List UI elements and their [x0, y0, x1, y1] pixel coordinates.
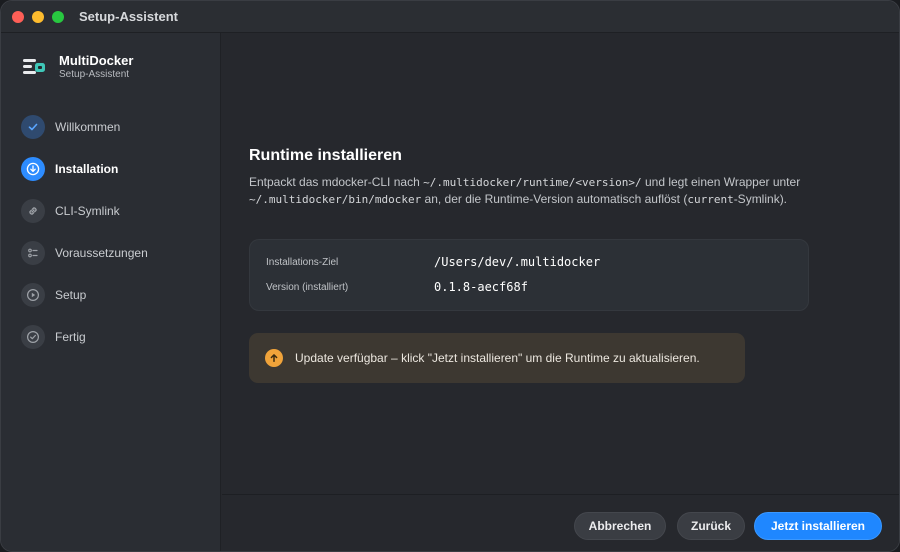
- brand-subtitle: Setup-Assistent: [59, 69, 130, 80]
- play-icon: [21, 283, 45, 307]
- close-window-button[interactable]: [12, 10, 24, 23]
- runtime-path: ~/.multidocker/runtime/<version>/: [423, 176, 642, 189]
- check-icon: [21, 115, 45, 139]
- brand: MultiDocker Setup-Assistent: [21, 53, 133, 80]
- info-row-target: Installations-Ziel /Users/dev/.multidock…: [266, 255, 600, 269]
- install-info-box: Installations-Ziel /Users/dev/.multidock…: [249, 239, 809, 311]
- sidebar-step-fertig[interactable]: Fertig: [21, 316, 211, 358]
- step-label: CLI-Symlink: [55, 204, 120, 218]
- sidebar: MultiDocker Setup-Assistent Willkommen I…: [1, 33, 221, 551]
- install-now-button[interactable]: Jetzt installieren: [754, 512, 882, 540]
- brand-name: MultiDocker: [59, 53, 134, 68]
- info-key: Installations-Ziel: [266, 256, 339, 268]
- window-title: Setup-Assistent: [79, 9, 178, 24]
- update-banner: Update verfügbar – klick "Jetzt installi…: [249, 333, 745, 383]
- step-label: Voraussetzungen: [55, 246, 148, 260]
- symlink-name: current: [687, 193, 734, 206]
- step-description: Entpackt das mdocker-CLI nach ~/.multido…: [249, 175, 801, 206]
- checklist-icon: [21, 241, 45, 265]
- banner-text: Update verfügbar – klick "Jetzt installi…: [295, 351, 700, 365]
- step-label: Setup: [55, 288, 87, 302]
- sidebar-step-cli-symlink[interactable]: CLI-Symlink: [21, 190, 211, 232]
- setup-window: Setup-Assistent MultiDocker Setup-Assist…: [0, 0, 900, 552]
- title-bar: Setup-Assistent: [1, 1, 899, 33]
- link-icon: [21, 199, 45, 223]
- step-label: Fertig: [55, 330, 86, 344]
- step-content: Runtime installieren Entpackt das mdocke…: [249, 147, 809, 208]
- step-label: Willkommen: [55, 120, 121, 134]
- info-key: Version (installiert): [266, 281, 349, 293]
- main-panel: Runtime installieren Entpackt das mdocke…: [222, 33, 899, 551]
- step-label: Installation: [55, 162, 119, 176]
- maximize-window-button[interactable]: [52, 10, 64, 23]
- sidebar-step-voraussetzungen[interactable]: Voraussetzungen: [21, 232, 211, 274]
- download-icon: [21, 157, 45, 181]
- sidebar-step-willkommen[interactable]: Willkommen: [21, 106, 211, 148]
- minimize-window-button[interactable]: [32, 10, 44, 23]
- wrapper-path: ~/.multidocker/bin/mdocker: [249, 193, 422, 206]
- check-badge-icon: [21, 325, 45, 349]
- multidocker-logo-icon: [21, 54, 47, 80]
- sidebar-step-setup[interactable]: Setup: [21, 274, 211, 316]
- cancel-button[interactable]: Abbrechen: [574, 512, 666, 540]
- info-value: /Users/dev/.multidocker: [434, 255, 601, 269]
- info-value: 0.1.8-aecf68f: [434, 280, 528, 294]
- arrow-up-icon: [265, 349, 283, 367]
- page-title: Runtime installieren: [249, 147, 402, 164]
- back-button[interactable]: Zurück: [677, 512, 745, 540]
- window-controls: [12, 10, 64, 23]
- sidebar-step-installation[interactable]: Installation: [21, 148, 211, 190]
- step-list: Willkommen Installation CLI-Symlink Vora…: [21, 106, 211, 358]
- footer-bar: Abbrechen Zurück Jetzt installieren: [222, 494, 899, 551]
- info-row-version: Version (installiert) 0.1.8-aecf68f: [266, 280, 528, 294]
